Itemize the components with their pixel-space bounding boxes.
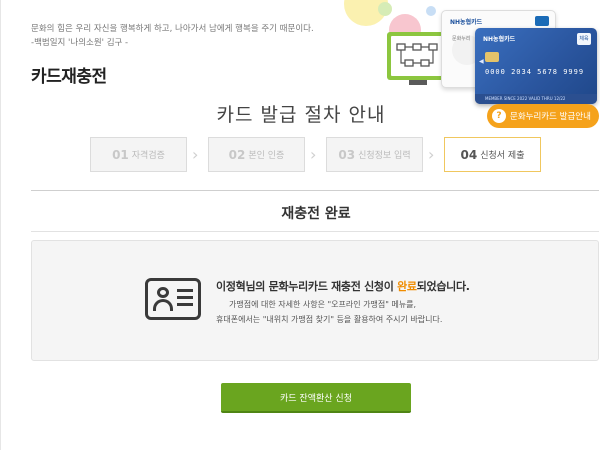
result-panel: 이정혁님의 문화누리카드 재충전 신청이 완료되었습니다. 가맹점에 대한 자세… xyxy=(31,240,599,361)
flowchart-icon xyxy=(396,43,438,67)
monitor-stand xyxy=(409,80,427,85)
card-blue-illustration: NH농협카드 체육 ◀ 0000 2034 5678 9999 MEMBER S… xyxy=(475,28,597,104)
result-sub-line-2: 휴대폰에서는 "내위치 가맹점 찾기" 등을 활용하여 주시기 바랍니다. xyxy=(216,315,443,324)
step-1-number: 01 xyxy=(112,147,129,162)
step-3-label: 신청정보 입력 xyxy=(358,151,411,161)
page-title: 카드재충전 xyxy=(31,67,107,87)
id-card-line xyxy=(177,289,193,292)
monitor-screen xyxy=(391,36,445,76)
monitor-illustration xyxy=(387,32,449,80)
page: 문화의 힘은 우리 자신을 행복하게 하고, 나아가서 남에게 행복을 주기 때… xyxy=(0,0,600,450)
decor-circle-blue xyxy=(426,6,436,16)
section-title: 재충전 완료 xyxy=(281,206,351,222)
result-message-highlight: 완료 xyxy=(397,280,417,293)
step-4-number: 04 xyxy=(460,147,478,162)
id-card-line xyxy=(177,296,193,299)
card-number: 0000 2034 5678 9999 xyxy=(485,68,585,76)
id-card-icon xyxy=(145,278,201,320)
result-message: 이정혁님의 문화누리카드 재충전 신청이 완료되었습니다. xyxy=(216,278,470,294)
result-message-prefix: 이정혁님의 문화누리카드 재충전 신청이 xyxy=(216,280,398,293)
card-balance-refund-button[interactable]: 카드 잔액환산 신청 xyxy=(221,383,411,413)
step-4-label: 신청서 제출 xyxy=(480,151,525,161)
card-blue-tag: 체육 xyxy=(577,33,591,45)
card-white-tag xyxy=(535,16,549,26)
step-2-label: 본인 인증 xyxy=(248,151,285,161)
result-sub-message: 가맹점에 대한 자세한 사항은 "오프라인 가맹점" 메뉴를, 휴대폰에서는 "… xyxy=(216,297,516,327)
card-chip-icon xyxy=(485,52,499,62)
procedure-title: 카드 발급 절차 안내 xyxy=(216,104,386,126)
id-card-body xyxy=(153,299,173,311)
id-card-head xyxy=(157,287,169,298)
quote-line-2: -백범일지 '나의소원' 김구 - xyxy=(31,38,129,48)
chevron-right-icon: › xyxy=(428,145,435,164)
header-quote: 문화의 힘은 우리 자신을 행복하게 하고, 나아가서 남에게 행복을 주기 때… xyxy=(31,22,361,50)
result-sub-line-1: 가맹점에 대한 자세한 사항은 "오프라인 가맹점" 메뉴를, xyxy=(229,300,417,309)
step-3: 03 신청정보 입력 xyxy=(326,137,423,172)
divider xyxy=(31,231,599,232)
procedure-steps: 01 자격검증 › 02 본인 인증 › 03 신청정보 입력 › 04 신청서… xyxy=(90,137,542,173)
step-4-active: 04 신청서 제출 xyxy=(444,137,541,172)
result-message-suffix: 되었습니다. xyxy=(416,280,470,293)
chevron-right-icon: › xyxy=(192,145,199,164)
quote-line-1: 문화의 힘은 우리 자신을 행복하게 하고, 나아가서 남에게 행복을 주기 때… xyxy=(31,24,314,34)
step-2: 02 본인 인증 xyxy=(208,137,305,172)
card-blue-brand: NH농협카드 xyxy=(483,36,516,43)
step-3-number: 03 xyxy=(338,147,356,162)
step-2-number: 02 xyxy=(228,147,246,162)
id-card-line xyxy=(177,303,193,306)
step-1: 01 자격검증 xyxy=(90,137,187,172)
chevron-right-icon: › xyxy=(310,145,317,164)
divider xyxy=(31,190,599,191)
step-1-label: 자격검증 xyxy=(131,151,165,161)
decor-circle-green xyxy=(378,2,392,16)
card-white-brand: NH농협카드 xyxy=(450,19,483,26)
card-arrow-icon: ◀ xyxy=(479,58,484,65)
